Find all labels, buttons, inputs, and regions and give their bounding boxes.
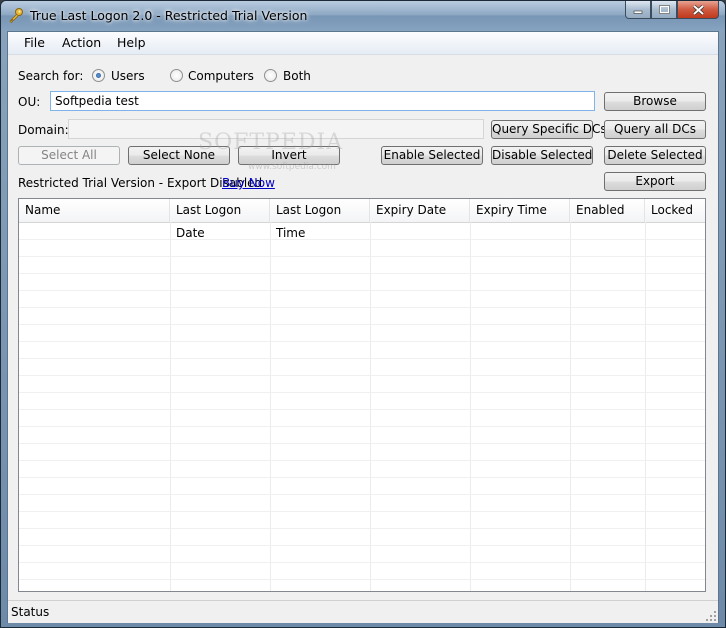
row-divider [19,579,705,580]
radio-users-label[interactable]: Users [111,69,145,83]
export-button[interactable]: Export [604,172,706,191]
key-icon [9,8,23,23]
search-for-label: Search for: [18,69,84,83]
row-divider [19,477,705,478]
maximize-button[interactable] [651,1,677,19]
column-header-enabled[interactable]: Enabled [570,199,645,222]
caption-buttons [625,1,719,20]
radio-computers-label[interactable]: Computers [188,69,254,83]
row-divider [19,511,705,512]
column-divider [645,222,646,591]
column-divider [570,222,571,591]
radio-computers[interactable] [170,69,183,82]
list-header: Name Last Logon Date Last Logon Time Exp… [19,199,705,240]
close-button[interactable] [677,1,719,19]
ou-input[interactable]: Softpedia test [50,91,595,111]
row-divider [19,443,705,444]
column-divider [470,222,471,591]
menu-action[interactable]: Action [62,35,101,50]
row-divider [19,341,705,342]
ou-label: OU: [18,95,41,109]
buy-now-link[interactable]: Buy Now [222,176,275,190]
results-list[interactable]: Name Last Logon Date Last Logon Time Exp… [18,198,706,592]
minimize-icon [633,10,643,14]
menu-help[interactable]: Help [117,35,146,50]
title-bar[interactable]: True Last Logon 2.0 - Restricted Trial V… [1,1,725,31]
status-text: Status [11,605,50,619]
watermark-url: www.softpedia.com [248,162,336,172]
menu-bar: File Action Help [8,32,718,55]
row-divider [19,375,705,376]
column-header-locked[interactable]: Locked [645,199,705,222]
column-header-last-logon-time[interactable]: Last Logon Time [270,199,370,240]
column-header-name[interactable]: Name [19,199,170,222]
watermark: SOFTPEDIA [198,130,344,155]
status-bar: Status [8,600,718,623]
column-divider [270,222,271,591]
delete-selected-button[interactable]: Delete Selected [604,146,706,165]
column-divider [170,222,171,591]
app-window: True Last Logon 2.0 - Restricted Trial V… [0,0,726,628]
size-grip-icon[interactable] [706,611,716,621]
client-area: File Action Help Search for: Users Compu… [7,31,719,623]
column-header-expiry-time[interactable]: Expiry Time [470,199,570,222]
row-divider [19,460,705,461]
column-divider [370,222,371,591]
query-specific-dcs-button[interactable]: Query Specific DCs [491,120,607,139]
query-all-dcs-button[interactable]: Query all DCs [604,120,706,139]
row-divider [19,239,705,240]
row-divider [19,426,705,427]
disable-selected-button[interactable]: Disable Selected [491,146,593,165]
row-divider [19,358,705,359]
close-icon [692,4,704,15]
row-divider [19,392,705,393]
radio-both-label[interactable]: Both [283,69,311,83]
row-divider [19,409,705,410]
radio-both[interactable] [264,69,277,82]
menu-file[interactable]: File [24,35,45,50]
radio-users[interactable] [92,69,105,82]
column-header-last-logon-date[interactable]: Last Logon Date [170,199,270,240]
row-divider [19,562,705,563]
browse-button[interactable]: Browse [604,92,706,111]
column-header-expiry-date[interactable]: Expiry Date [370,199,470,222]
row-divider [19,290,705,291]
enable-selected-button[interactable]: Enable Selected [381,146,483,165]
row-divider [19,307,705,308]
window-title: True Last Logon 2.0 - Restricted Trial V… [30,8,308,23]
minimize-button[interactable] [625,1,651,19]
row-divider [19,528,705,529]
domain-label: Domain: [18,123,69,137]
row-divider [19,545,705,546]
row-divider [19,256,705,257]
row-divider [19,324,705,325]
select-all-button[interactable]: Select All [18,146,120,165]
row-divider [19,273,705,274]
maximize-icon [658,5,670,14]
row-divider [19,494,705,495]
